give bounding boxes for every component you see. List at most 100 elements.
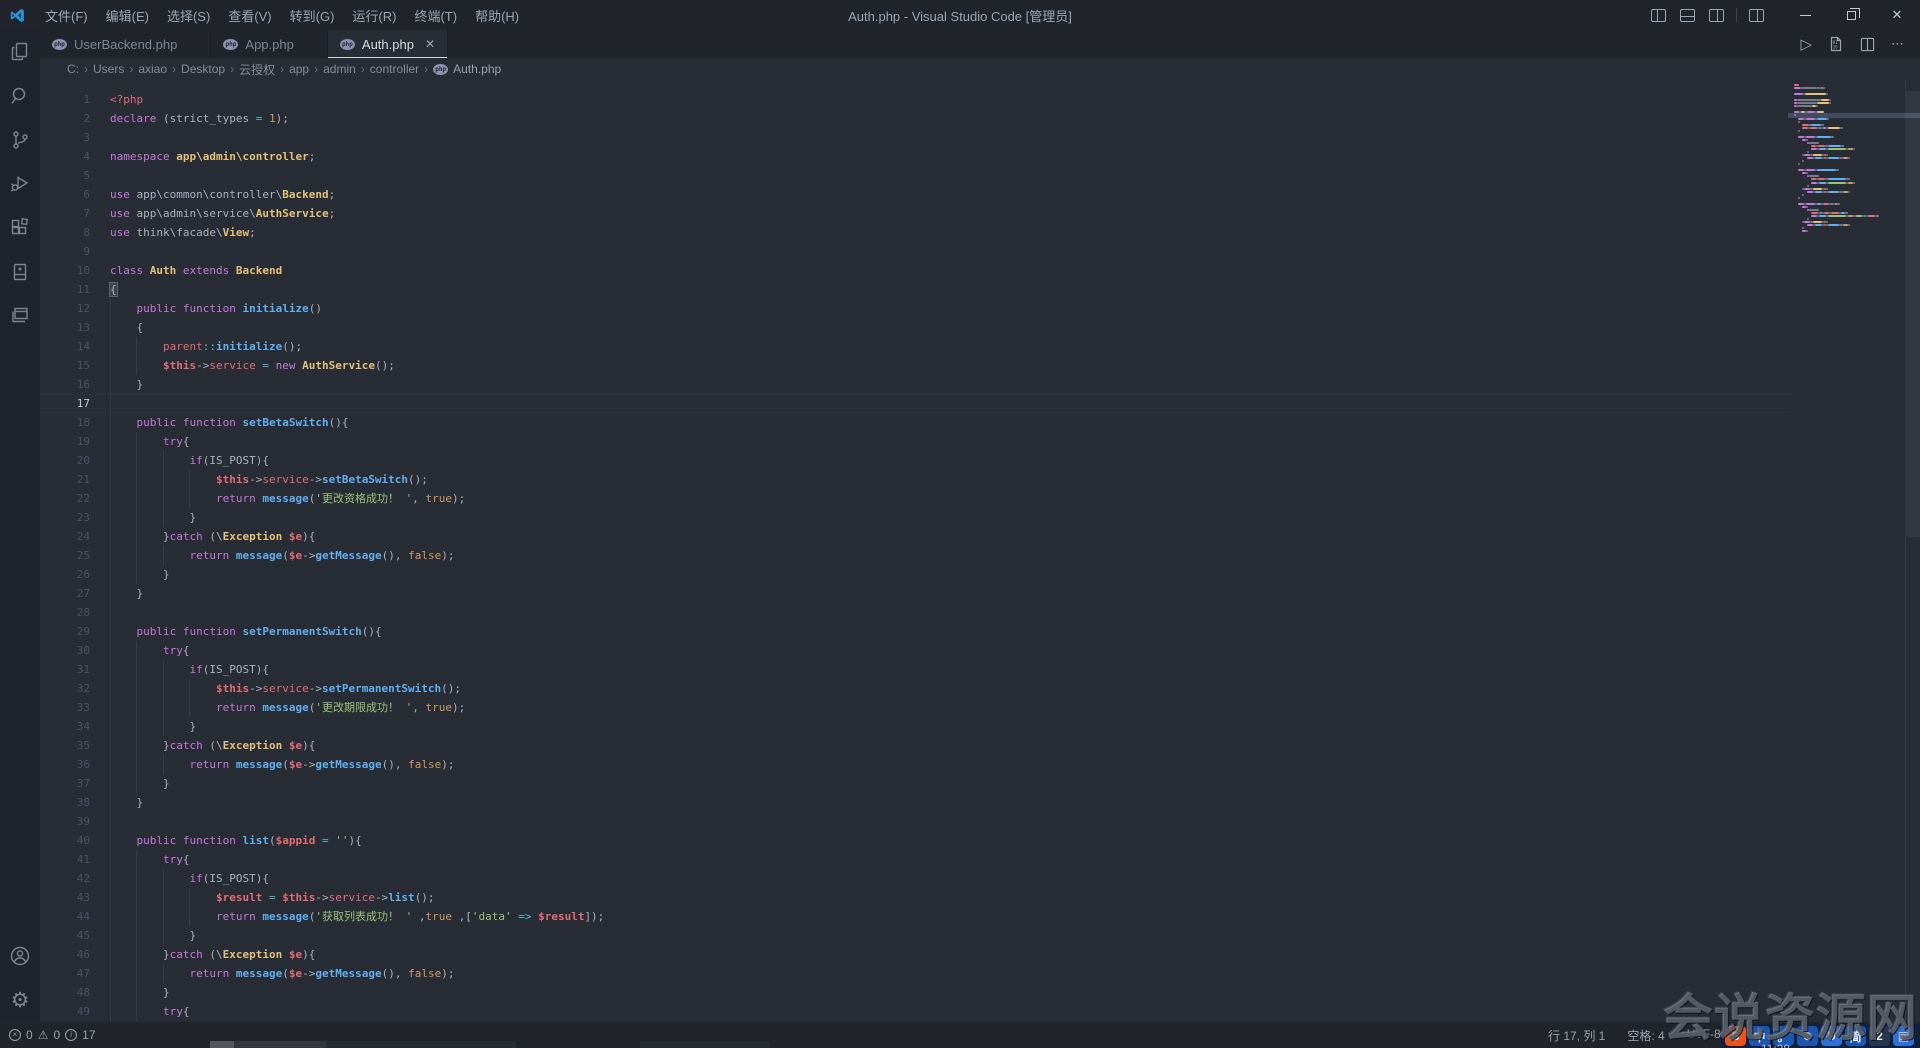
token: function	[182, 625, 236, 638]
editor-group-icon[interactable]	[0, 294, 40, 338]
minimize-button[interactable]	[1782, 0, 1828, 30]
token: ->	[196, 359, 210, 372]
code-line: 24 }catch (\Exception $e){	[40, 527, 1790, 546]
breadcrumb-item[interactable]: C:	[67, 62, 79, 76]
run-icon[interactable]: ▷	[1800, 35, 1812, 53]
line-content: {	[90, 318, 1790, 337]
indent-spaces	[110, 872, 189, 885]
token: {	[182, 435, 190, 448]
line-content: public function list($appid = ''){	[90, 831, 1790, 850]
token: message	[235, 967, 283, 980]
code-line: 29 public function setPermanentSwitch(){	[40, 622, 1790, 641]
minimap-chip	[1806, 202, 1815, 205]
token: return	[189, 967, 230, 980]
token: return	[189, 758, 230, 771]
token: service	[209, 359, 256, 372]
toggle-secondary-sidebar-icon[interactable]	[1709, 8, 1724, 22]
indentation-setting[interactable]: 空格: 4	[1627, 1027, 1664, 1044]
line-number: 35	[76, 739, 90, 752]
indent-spaces	[110, 587, 137, 600]
breadcrumb-separator: ›	[129, 62, 134, 76]
code-line: 28	[40, 603, 1790, 622]
indent-guide	[110, 375, 111, 394]
menu-item[interactable]: 帮助(H)	[466, 0, 528, 30]
split-editor-icon[interactable]	[1860, 37, 1875, 52]
line-number: 2	[83, 112, 90, 125]
token: ::	[202, 340, 216, 353]
code-line: 36 return message($e->getMessage(), fals…	[40, 755, 1790, 774]
search-icon[interactable]	[0, 74, 40, 118]
breadcrumb-item[interactable]: Users	[93, 62, 124, 76]
minimap-chip	[1805, 205, 1808, 208]
indent-guide	[110, 451, 111, 470]
breadcrumb-item[interactable]: controller	[370, 62, 419, 76]
tab-Auth.php[interactable]: php Auth.php ✕	[327, 30, 449, 58]
breadcrumb-item[interactable]: Desktop	[181, 62, 225, 76]
minimap-chip	[1809, 126, 1818, 129]
tab-App.php[interactable]: phpApp.php✕	[211, 30, 328, 58]
toggle-sidebar-icon[interactable]	[1651, 8, 1666, 22]
run-code-icon[interactable]: 01 10	[1828, 36, 1844, 52]
menu-item[interactable]: 运行(R)	[343, 0, 405, 30]
account-icon[interactable]	[0, 934, 40, 978]
token: (\	[202, 530, 223, 543]
menu-item[interactable]: 编辑(E)	[97, 0, 158, 30]
minimap-line	[1794, 172, 1906, 175]
token: }	[189, 511, 197, 524]
token: setBetaSwitch	[242, 416, 329, 429]
minimap-chip	[1831, 211, 1839, 214]
line-content: if(IS_POST){	[90, 660, 1790, 679]
token: {	[182, 1005, 190, 1018]
source-control-icon[interactable]	[0, 118, 40, 162]
minimap[interactable]	[1788, 84, 1920, 233]
line-number: 16	[76, 378, 90, 391]
vertical-scrollbar[interactable]	[1906, 91, 1920, 537]
menu-item[interactable]: 文件(F)	[36, 0, 97, 30]
notebook-icon[interactable]	[0, 250, 40, 294]
run-debug-icon[interactable]	[0, 162, 40, 206]
tab-close-icon[interactable]: ✕	[425, 37, 435, 51]
token: (),	[381, 549, 409, 562]
minimap-chip	[1814, 224, 1823, 227]
gear-icon[interactable]: ⚙	[0, 978, 40, 1022]
minimap-chip	[1828, 181, 1847, 184]
breadcrumb-item[interactable]: admin	[323, 62, 356, 76]
menu-item[interactable]: 选择(S)	[158, 0, 219, 30]
line-content: try{	[90, 641, 1790, 660]
minimap-line	[1794, 178, 1906, 181]
menu-item[interactable]: 转到(G)	[281, 0, 344, 30]
code-editor[interactable]: 1 <?php 2 declare (strict_types = 1); 3 4 name…	[40, 80, 1920, 1022]
menu-item[interactable]: 查看(V)	[219, 0, 280, 30]
code-line: 17	[40, 394, 1790, 413]
line-number: 37	[76, 777, 90, 790]
token: ->	[249, 473, 263, 486]
cursor-position[interactable]: 行 17, 列 1	[1548, 1027, 1605, 1044]
tab-UserBackend.php[interactable]: phpUserBackend.php✕	[40, 30, 212, 58]
token: $e	[288, 530, 303, 543]
token: getMessage	[315, 758, 382, 771]
breadcrumb-item[interactable]: 云授权	[239, 61, 275, 78]
indent-guide	[110, 812, 111, 831]
menu-item[interactable]: 终端(T)	[405, 0, 466, 30]
problems-status[interactable]: × 0 ⚠ 0 i 17	[0, 1028, 96, 1042]
indent-guide	[162, 888, 164, 907]
close-button[interactable]: ✕	[1874, 0, 1920, 30]
customize-layout-icon[interactable]	[1749, 8, 1764, 22]
line-content: return message($e->getMessage(), false);	[90, 964, 1790, 983]
more-actions-icon[interactable]: ⋯	[1891, 36, 1904, 52]
encoding-setting[interactable]: UTF-8	[1687, 1027, 1721, 1044]
extensions-icon[interactable]	[0, 206, 40, 250]
breadcrumb-file[interactable]: php Auth.php	[433, 62, 501, 76]
breadcrumb-item[interactable]: axiao	[138, 62, 167, 76]
minimap-line	[1794, 157, 1906, 160]
minimap-chip	[1875, 215, 1879, 218]
explorer-icon[interactable]	[0, 30, 40, 74]
minimap-chip	[1806, 151, 1809, 154]
restore-button[interactable]	[1828, 0, 1874, 30]
minimap-chip	[1835, 169, 1839, 172]
toggle-panel-icon[interactable]	[1680, 8, 1695, 22]
breadcrumb-item[interactable]: app	[289, 62, 309, 76]
breadcrumb-file-label: Auth.php	[453, 62, 502, 76]
minimap-chip	[1848, 215, 1853, 218]
